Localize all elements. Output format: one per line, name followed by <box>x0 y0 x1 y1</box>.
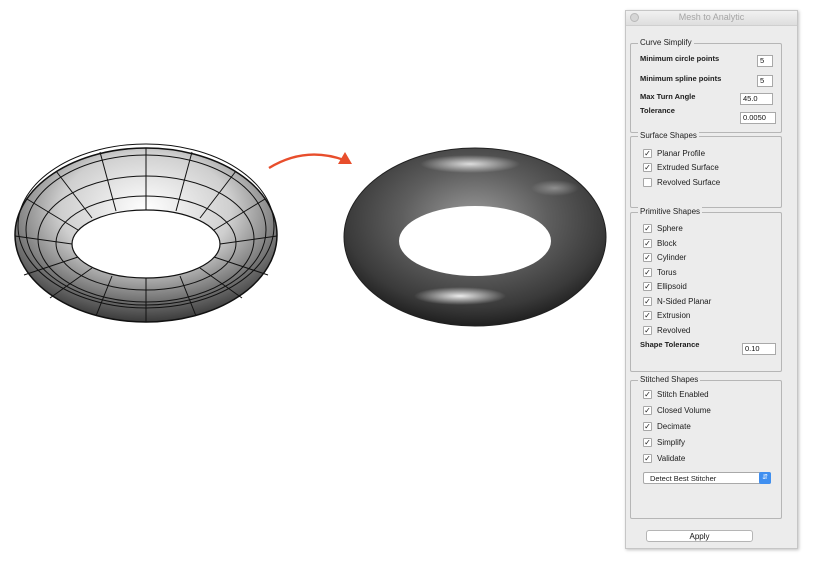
min-spline-points-label: Minimum spline points <box>640 74 722 83</box>
curve-simplify-title: Curve Simplify <box>638 38 694 47</box>
validate-checkbox[interactable]: ✓ Validate <box>643 452 685 464</box>
tolerance-input[interactable]: 0.0050 <box>740 112 776 124</box>
curve-simplify-group: Curve Simplify Minimum circle points 5 M… <box>630 38 782 133</box>
checkbox-box[interactable]: ✓ <box>643 223 652 233</box>
revolved-checkbox[interactable]: ✓ Revolved <box>643 324 690 336</box>
checkbox-box[interactable]: ✓ <box>643 162 652 172</box>
stitched-shapes-title: Stitched Shapes <box>638 375 701 384</box>
stitched-shapes-group: Stitched Shapes ✓ Stitch Enabled ✓ Close… <box>630 375 782 519</box>
mesh-to-analytic-illustration <box>14 143 607 327</box>
extruded-surface-checkbox[interactable]: ✓ Extruded Surface <box>643 161 719 173</box>
checkbox-box[interactable]: ✓ <box>643 252 652 262</box>
torus-label: Torus <box>657 267 677 277</box>
apply-button[interactable]: Apply <box>646 530 753 542</box>
chevron-updown-icon[interactable]: ⇵ <box>759 472 771 484</box>
simplify-checkbox[interactable]: ✓ Simplify <box>643 436 685 448</box>
checkbox-box[interactable]: ✓ <box>643 310 652 320</box>
smooth-torus <box>343 147 607 327</box>
checkbox-box[interactable]: ✓ <box>643 421 652 431</box>
mesh-torus <box>14 143 278 323</box>
revolved-surface-label: Revolved Surface <box>657 177 721 187</box>
max-turn-angle-input[interactable]: 45.0 <box>740 93 773 105</box>
checkbox-box[interactable]: ✓ <box>643 148 652 158</box>
checkbox-box[interactable]: ✓ <box>643 238 652 248</box>
decimate-checkbox[interactable]: ✓ Decimate <box>643 420 691 432</box>
conversion-arrow <box>268 152 352 170</box>
n-sided-planar-label: N-Sided Planar <box>657 296 712 306</box>
min-circle-points-input[interactable]: 5 <box>757 55 773 67</box>
n-sided-planar-checkbox[interactable]: ✓ N-Sided Planar <box>643 295 711 307</box>
checkbox-box[interactable]: ✓ <box>643 389 652 399</box>
simplify-label: Simplify <box>657 437 686 447</box>
surface-shapes-group: Surface Shapes ✓ Planar Profile ✓ Extrud… <box>630 131 782 208</box>
primitive-shapes-group: Primitive Shapes ✓ Sphere ✓ Block ✓ Cyli… <box>630 207 782 372</box>
title-bar: Mesh to Analytic <box>626 11 797 26</box>
checkbox-box[interactable]: ✓ <box>643 281 652 291</box>
shape-tolerance-label: Shape Tolerance <box>640 340 700 349</box>
mesh-to-analytic-panel: Mesh to Analytic Curve Simplify Minimum … <box>625 10 798 549</box>
shape-tolerance-input[interactable]: 0.10 <box>742 343 776 355</box>
surface-shapes-title: Surface Shapes <box>638 131 699 140</box>
decimate-label: Decimate <box>657 421 691 431</box>
extrusion-label: Extrusion <box>657 310 691 320</box>
min-circle-points-label: Minimum circle points <box>640 54 720 63</box>
window-title: Mesh to Analytic <box>678 12 745 22</box>
checkbox-box[interactable] <box>643 177 652 187</box>
checkbox-box[interactable]: ✓ <box>643 325 652 335</box>
checkbox-box[interactable]: ✓ <box>643 437 652 447</box>
stitch-enabled-checkbox[interactable]: ✓ Stitch Enabled <box>643 388 709 400</box>
block-checkbox[interactable]: ✓ Block <box>643 237 677 249</box>
planar-profile-checkbox[interactable]: ✓ Planar Profile <box>643 147 705 159</box>
extrusion-checkbox[interactable]: ✓ Extrusion <box>643 309 690 321</box>
min-spline-points-input[interactable]: 5 <box>757 75 773 87</box>
validate-label: Validate <box>657 453 686 463</box>
cylinder-checkbox[interactable]: ✓ Cylinder <box>643 251 686 263</box>
extruded-surface-label: Extruded Surface <box>657 162 719 172</box>
ellipsoid-label: Ellipsoid <box>657 281 687 291</box>
tolerance-label: Tolerance <box>640 106 675 115</box>
torus-checkbox[interactable]: ✓ Torus <box>643 266 677 278</box>
stitcher-select[interactable]: Detect Best Stitcher ⇵ <box>643 472 771 484</box>
sphere-label: Sphere <box>657 223 683 233</box>
revolved-surface-checkbox[interactable]: Revolved Surface <box>643 176 720 188</box>
checkbox-box[interactable]: ✓ <box>643 267 652 277</box>
checkbox-box[interactable]: ✓ <box>643 405 652 415</box>
stitcher-select-value: Detect Best Stitcher <box>650 474 717 483</box>
checkbox-box[interactable]: ✓ <box>643 296 652 306</box>
max-turn-angle-label: Max Turn Angle <box>640 92 696 101</box>
revolved-label: Revolved <box>657 325 691 335</box>
ellipsoid-checkbox[interactable]: ✓ Ellipsoid <box>643 280 687 292</box>
block-label: Block <box>657 238 677 248</box>
closed-volume-checkbox[interactable]: ✓ Closed Volume <box>643 404 711 416</box>
checkbox-box[interactable]: ✓ <box>643 453 652 463</box>
stitch-enabled-label: Stitch Enabled <box>657 389 709 399</box>
sphere-checkbox[interactable]: ✓ Sphere <box>643 222 683 234</box>
primitive-shapes-title: Primitive Shapes <box>638 207 703 216</box>
cylinder-label: Cylinder <box>657 252 687 262</box>
closed-volume-label: Closed Volume <box>657 405 711 415</box>
planar-profile-label: Planar Profile <box>657 148 706 158</box>
